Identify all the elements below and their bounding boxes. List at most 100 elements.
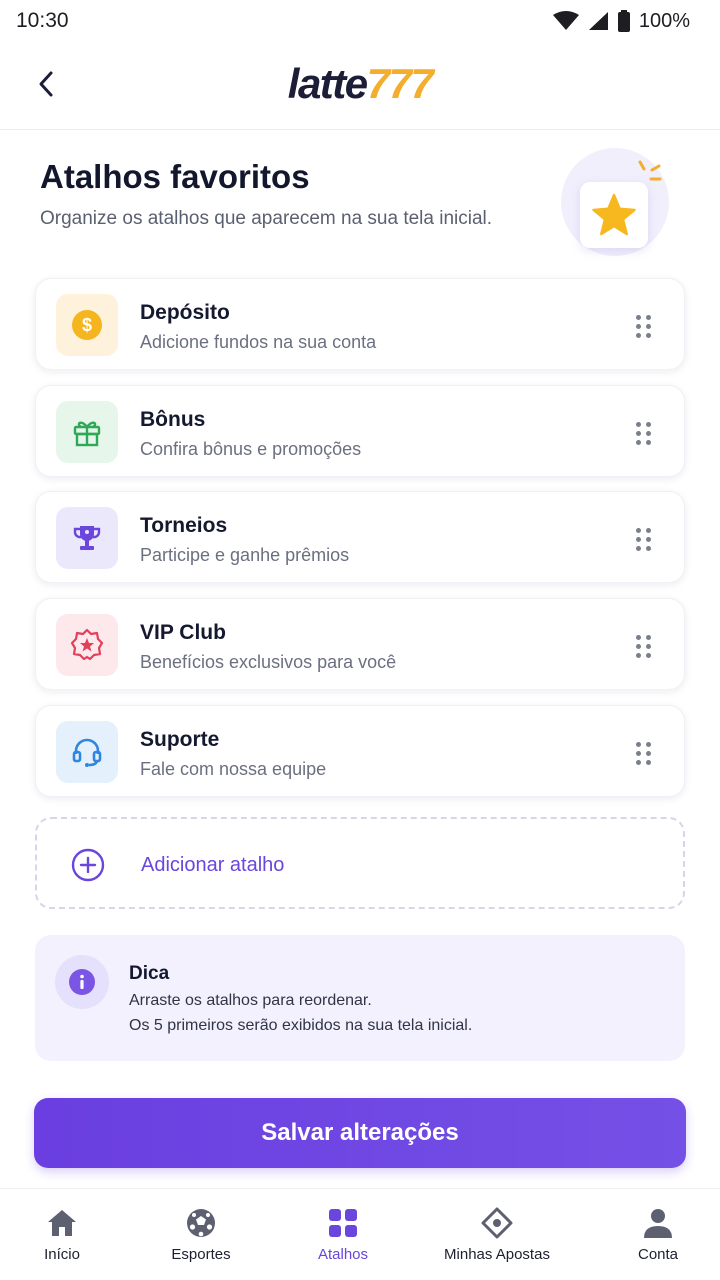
shortcut-card-vip-club[interactable]: VIP Club Benefícios exclusivos para você bbox=[35, 598, 685, 690]
drag-dot bbox=[646, 315, 651, 320]
tip-box: Dica Arraste os atalhos para reordenar. … bbox=[35, 935, 685, 1061]
trophy-icon bbox=[73, 526, 101, 550]
tip-line-2: Os 5 primeiros serão exibidos na sua tel… bbox=[129, 1017, 473, 1034]
drag-dot bbox=[636, 742, 641, 747]
tip-title: Dica bbox=[129, 963, 170, 984]
drag-dot bbox=[646, 644, 651, 649]
battery-icon bbox=[617, 10, 630, 32]
drag-handle-icon[interactable] bbox=[634, 315, 654, 339]
drag-dot bbox=[636, 431, 641, 436]
status-time: 10:30 bbox=[16, 9, 69, 32]
drag-dot bbox=[646, 635, 651, 640]
shortcut-desc: Adicione fundos na sua conta bbox=[140, 332, 377, 352]
bottom-navigation: Início Esportes Atalhos Minhas Apostas C… bbox=[0, 1188, 720, 1280]
drag-dot bbox=[636, 315, 641, 320]
drag-dot bbox=[636, 635, 641, 640]
home-icon bbox=[48, 1210, 76, 1236]
drag-dot bbox=[646, 653, 651, 658]
shortcut-desc: Fale com nossa equipe bbox=[140, 759, 327, 779]
drag-dot bbox=[636, 333, 641, 338]
shortcut-card-torneios[interactable]: Torneios Participe e ganhe prêmios bbox=[35, 491, 685, 583]
drag-dot bbox=[646, 431, 651, 436]
shortcut-card-bonus[interactable]: Bônus Confira bônus e promoções bbox=[35, 385, 685, 477]
drag-dot bbox=[646, 422, 651, 427]
drag-dot bbox=[646, 324, 651, 329]
sparkle-icon bbox=[638, 160, 662, 181]
drag-dot bbox=[646, 333, 651, 338]
signal-icon bbox=[588, 12, 608, 30]
drag-dot bbox=[646, 546, 651, 551]
grid-icon bbox=[329, 1209, 357, 1237]
battery-percent: 100% bbox=[638, 9, 690, 32]
status-bar: 10:30 100% bbox=[0, 0, 720, 42]
coin-icon: $ bbox=[72, 310, 102, 340]
headset-icon bbox=[72, 738, 102, 767]
shortcut-name: Depósito bbox=[140, 301, 230, 324]
drag-handle-icon[interactable] bbox=[634, 528, 654, 552]
page-title: Atalhos favoritos bbox=[40, 158, 310, 195]
gift-icon bbox=[73, 421, 101, 447]
shortcut-icon-box bbox=[56, 614, 118, 676]
drag-dot bbox=[636, 440, 641, 445]
drag-dot bbox=[636, 324, 641, 329]
shortcut-name: Torneios bbox=[140, 514, 228, 537]
shortcut-icon-box bbox=[56, 507, 118, 569]
app-header: latte777 bbox=[0, 42, 720, 130]
wifi-icon bbox=[552, 11, 579, 30]
nav-label: Conta bbox=[637, 1246, 679, 1263]
shortcut-name: Suporte bbox=[140, 728, 220, 751]
nav-item-conta[interactable]: Conta bbox=[620, 1189, 696, 1280]
ticket-icon bbox=[481, 1207, 513, 1239]
drag-dot bbox=[636, 760, 641, 765]
drag-dot bbox=[646, 742, 651, 747]
shortcut-card-deposito[interactable]: $ Depósito Adicione fundos na sua conta bbox=[35, 278, 685, 370]
shortcut-icon-box bbox=[56, 721, 118, 783]
drag-dot bbox=[646, 751, 651, 756]
svg-text:$: $ bbox=[82, 315, 92, 335]
drag-dot bbox=[636, 644, 641, 649]
shortcut-name: VIP Club bbox=[140, 621, 226, 644]
drag-dot bbox=[646, 528, 651, 533]
drag-handle-icon[interactable] bbox=[634, 742, 654, 766]
vip-badge-icon bbox=[70, 628, 104, 661]
drag-handle-icon[interactable] bbox=[634, 635, 654, 659]
nav-item-esportes[interactable]: Esportes bbox=[156, 1189, 246, 1280]
page-subtitle: Organize os atalhos que aparecem na sua … bbox=[40, 208, 493, 229]
add-shortcut-label: Adicionar atalho bbox=[141, 854, 285, 876]
shortcut-desc: Participe e ganhe prêmios bbox=[140, 545, 350, 565]
drag-dot bbox=[646, 760, 651, 765]
soccer-ball-icon bbox=[187, 1209, 215, 1237]
save-changes-button[interactable]: Salvar alterações bbox=[34, 1098, 686, 1168]
nav-item-atalhos[interactable]: Atalhos bbox=[303, 1189, 383, 1280]
shortcut-name: Bônus bbox=[140, 408, 206, 431]
brand-logo: latte777 bbox=[0, 60, 720, 108]
nav-label: Minhas Apostas bbox=[444, 1246, 550, 1263]
info-icon bbox=[69, 969, 95, 995]
add-shortcut-button[interactable]: Adicionar atalho bbox=[35, 817, 685, 909]
shortcut-icon-box bbox=[56, 401, 118, 463]
drag-dot bbox=[636, 546, 641, 551]
shortcut-card-suporte[interactable]: Suporte Fale com nossa equipe bbox=[35, 705, 685, 797]
logo-text-777: 777 bbox=[366, 60, 434, 107]
nav-label: Início bbox=[44, 1246, 80, 1263]
nav-item-minhas-apostas[interactable]: Minhas Apostas bbox=[436, 1189, 558, 1280]
drag-dot bbox=[636, 537, 641, 542]
shortcut-desc: Benefícios exclusivos para você bbox=[140, 652, 397, 672]
logo-text-latte: latte bbox=[287, 60, 368, 107]
hero-illustration bbox=[580, 182, 648, 248]
drag-dot bbox=[646, 537, 651, 542]
tip-line-1: Arraste os atalhos para reordenar. bbox=[129, 992, 372, 1009]
drag-dot bbox=[636, 422, 641, 427]
drag-dot bbox=[646, 440, 651, 445]
nav-label: Esportes bbox=[171, 1246, 231, 1263]
drag-dot bbox=[636, 528, 641, 533]
user-icon bbox=[644, 1209, 672, 1238]
drag-dot bbox=[636, 653, 641, 658]
drag-handle-icon[interactable] bbox=[634, 422, 654, 446]
shortcut-desc: Confira bônus e promoções bbox=[140, 439, 362, 459]
info-icon-bg bbox=[55, 955, 109, 1009]
shortcut-icon-box: $ bbox=[56, 294, 118, 356]
plus-circle-icon bbox=[71, 848, 105, 882]
nav-item-inicio[interactable]: Início bbox=[22, 1189, 102, 1280]
drag-dot bbox=[636, 751, 641, 756]
